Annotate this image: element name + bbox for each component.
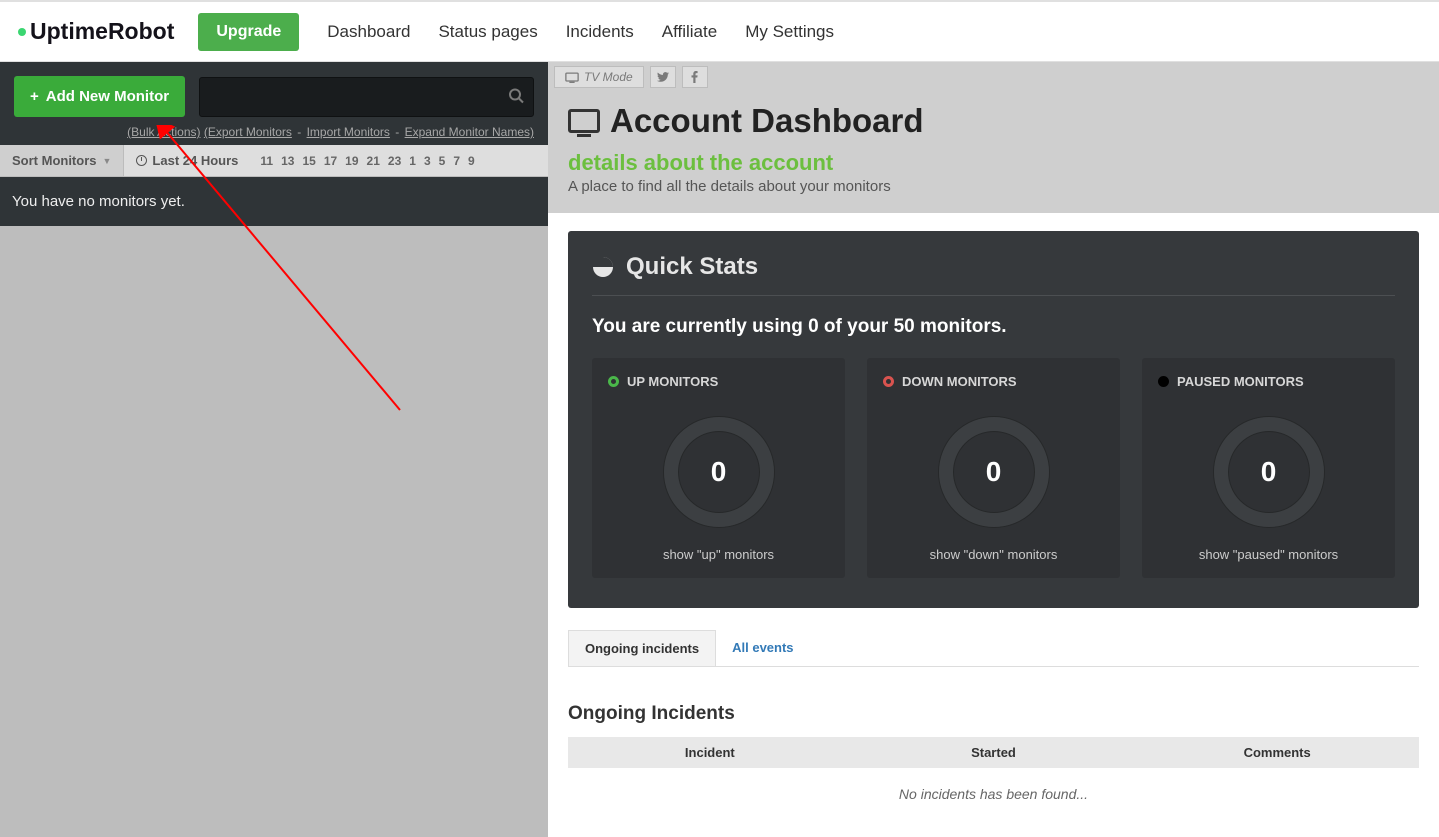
top-header: UptimeRobot Upgrade Dashboard Status pag… (0, 0, 1439, 62)
up-monitors-box[interactable]: UP MONITORS 0 show "up" monitors (592, 358, 845, 578)
clock-icon (136, 155, 147, 166)
col-started: Started (852, 737, 1136, 768)
down-gauge: 0 (939, 417, 1049, 527)
incidents-tabs: Ongoing incidents All events (568, 630, 1419, 667)
up-gauge: 0 (664, 417, 774, 527)
nav-status-pages[interactable]: Status pages (438, 22, 537, 42)
show-up-link: show "up" monitors (608, 547, 829, 562)
up-label: UP MONITORS (627, 374, 718, 389)
plus-icon: + (30, 88, 39, 105)
paused-monitors-box[interactable]: PAUSED MONITORS 0 show "paused" monitors (1142, 358, 1395, 578)
monitor-icon (568, 109, 600, 133)
add-new-monitor-button[interactable]: + Add New Monitor (14, 76, 185, 117)
monitor-search-input[interactable] (199, 77, 534, 117)
status-up-icon (608, 376, 619, 387)
no-monitors-message: You have no monitors yet. (0, 177, 548, 226)
nav-affiliate[interactable]: Affiliate (662, 22, 717, 42)
primary-nav: Dashboard Status pages Incidents Affilia… (327, 22, 834, 42)
tv-mode-bar: TV Mode (548, 62, 1439, 92)
bulk-actions-link[interactable]: (Bulk Actions) (127, 125, 200, 139)
incidents-empty-row: No incidents has been found... (568, 768, 1419, 820)
tab-ongoing[interactable]: Ongoing incidents (568, 630, 716, 666)
tab-all-events[interactable]: All events (716, 630, 809, 666)
brand-name: UptimeRobot (30, 18, 174, 45)
nav-incidents[interactable]: Incidents (566, 22, 634, 42)
caret-down-icon: ▼ (103, 156, 112, 166)
ongoing-incidents-title: Ongoing Incidents (568, 703, 1419, 725)
paused-gauge: 0 (1214, 417, 1324, 527)
paused-label: PAUSED MONITORS (1177, 374, 1304, 389)
quick-stats-title: Quick Stats (626, 253, 758, 281)
status-down-icon (883, 376, 894, 387)
monitor-usage-text: You are currently using 0 of your 50 mon… (592, 316, 1395, 338)
pie-chart-icon (592, 256, 614, 278)
sidebar-action-links: (Bulk Actions) (Export Monitors - Import… (14, 125, 534, 139)
status-paused-icon (1158, 376, 1169, 387)
sidebar-empty-area (0, 226, 548, 837)
tv-icon (565, 72, 579, 83)
page-subtitle: details about the account (568, 150, 1419, 176)
page-title: Account Dashboard (610, 102, 924, 140)
sort-monitors-dropdown[interactable]: Sort Monitors ▼ (0, 145, 124, 176)
sort-label: Sort Monitors (12, 153, 97, 168)
show-down-link: show "down" monitors (883, 547, 1104, 562)
dot-icon (18, 28, 26, 36)
brand-logo[interactable]: UptimeRobot (18, 18, 174, 45)
upgrade-button[interactable]: Upgrade (198, 13, 299, 51)
down-label: DOWN MONITORS (902, 374, 1017, 389)
expand-names-link[interactable]: Expand Monitor Names) (405, 125, 534, 139)
page-header: Account Dashboard details about the acco… (548, 92, 1439, 213)
main-panel: TV Mode Account Dashboard details about … (548, 62, 1439, 837)
col-comments: Comments (1135, 737, 1419, 768)
col-incident: Incident (568, 737, 852, 768)
last24-text: Last 24 Hours (152, 153, 238, 168)
monitors-sidebar: + Add New Monitor (Bulk Actions) (Export… (0, 62, 548, 837)
timeline-row: Sort Monitors ▼ Last 24 Hours 11 13 15 1… (0, 145, 548, 177)
incidents-table: Incident Started Comments No incidents h… (568, 737, 1419, 820)
nav-dashboard[interactable]: Dashboard (327, 22, 410, 42)
search-icon (508, 87, 524, 106)
import-monitors-link[interactable]: Import Monitors (307, 125, 390, 139)
export-monitors-link[interactable]: (Export Monitors (204, 125, 292, 139)
twitter-icon[interactable] (650, 66, 676, 88)
tv-mode-label: TV Mode (584, 70, 633, 84)
hours-scale: 11 13 15 17 19 21 23 1 3 5 7 9 (260, 154, 474, 168)
last-24-hours-label: Last 24 Hours (124, 153, 250, 168)
quick-stats-card: Quick Stats You are currently using 0 of… (568, 231, 1419, 608)
show-paused-link: show "paused" monitors (1158, 547, 1379, 562)
down-monitors-box[interactable]: DOWN MONITORS 0 show "down" monitors (867, 358, 1120, 578)
tv-mode-button[interactable]: TV Mode (554, 66, 644, 88)
sidebar-controls: + Add New Monitor (Bulk Actions) (Export… (0, 62, 548, 145)
nav-my-settings[interactable]: My Settings (745, 22, 834, 42)
page-description: A place to find all the details about yo… (568, 178, 1419, 195)
add-btn-label: Add New Monitor (46, 88, 169, 105)
facebook-icon[interactable] (682, 66, 708, 88)
